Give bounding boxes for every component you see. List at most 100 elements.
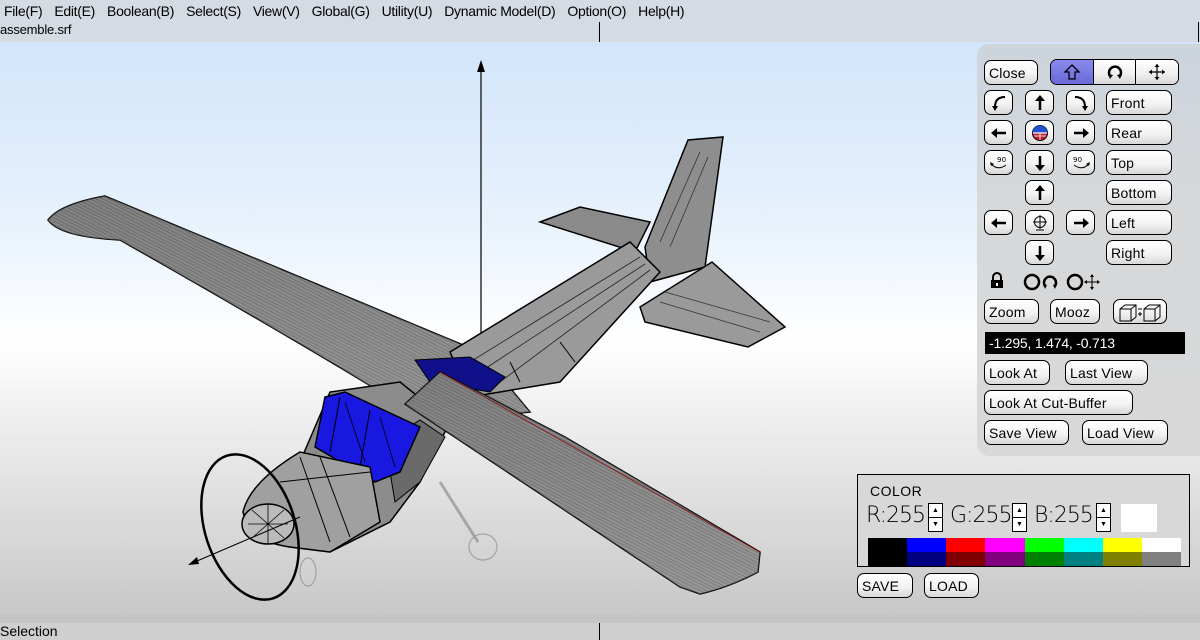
swatch-light[interactable] <box>1024 538 1064 552</box>
blue-decrement-button[interactable]: ▼ <box>1097 518 1110 532</box>
menu-dynamic-model[interactable]: Dynamic Model(D) <box>444 3 555 19</box>
menu-edit[interactable]: Edit(E) <box>54 3 95 19</box>
view-control-panel: Close Front Rear 90 90 Top Bottom Left R… <box>977 44 1200 456</box>
arrow-right-icon <box>1073 127 1089 138</box>
color-swatch[interactable] <box>1102 538 1142 566</box>
swatch-light[interactable] <box>946 538 986 552</box>
color-panel-title: COLOR <box>870 483 923 499</box>
save-view-button[interactable]: Save View <box>984 420 1069 445</box>
swatch-light[interactable] <box>1102 538 1142 552</box>
color-swatch[interactable] <box>985 538 1025 566</box>
menu-file[interactable]: File(F) <box>4 3 43 19</box>
red-decrement-button[interactable]: ▼ <box>929 518 942 532</box>
swatch-light[interactable] <box>1141 538 1181 552</box>
divider <box>599 623 600 640</box>
swap-view-button[interactable] <box>1113 299 1167 324</box>
menu-help[interactable]: Help(H) <box>638 3 684 19</box>
red-spinner[interactable]: ▲ ▼ <box>928 503 943 532</box>
pan-down-button[interactable] <box>1025 150 1054 175</box>
move-right-button[interactable] <box>1066 210 1095 235</box>
red-value: R:255 <box>866 503 926 528</box>
look-at-cut-buffer-button[interactable]: Look At Cut-Buffer <box>984 390 1133 415</box>
color-swatch[interactable] <box>907 538 947 566</box>
swatch-light[interactable] <box>1063 538 1103 552</box>
right-wing <box>403 371 761 595</box>
rotate-right-button[interactable] <box>1066 120 1095 145</box>
rotate-90-ccw-icon: 90 <box>989 156 1006 168</box>
save-color-button[interactable]: SAVE <box>857 573 913 598</box>
color-swatch[interactable] <box>1063 538 1103 566</box>
swatch-dark[interactable] <box>1141 552 1181 566</box>
view-right-button[interactable]: Right <box>1106 240 1172 265</box>
curve-arrow-left-icon <box>991 95 1005 111</box>
x-axis-arrow-icon <box>188 557 199 565</box>
color-panel: COLOR R:255 ▲ ▼ G:255 ▲ ▼ B:255 ▲ ▼ <box>857 474 1190 567</box>
mode-move-button[interactable] <box>1136 60 1178 84</box>
close-button[interactable]: Close <box>984 60 1038 85</box>
arrow-left-icon <box>990 217 1006 228</box>
move-up-button[interactable] <box>1025 180 1054 205</box>
move-icon <box>1149 64 1166 80</box>
rotate-left-button[interactable] <box>984 120 1013 145</box>
load-color-button[interactable]: LOAD <box>924 573 979 598</box>
swatch-light[interactable] <box>985 538 1025 552</box>
swatch-light[interactable] <box>907 538 947 552</box>
move-down-button[interactable] <box>1025 240 1054 265</box>
green-spinner[interactable]: ▲ ▼ <box>1012 503 1027 532</box>
swatch-dark[interactable] <box>907 552 947 566</box>
roll-right-button[interactable] <box>1066 90 1095 115</box>
swatch-dark[interactable] <box>946 552 986 566</box>
swatch-dark[interactable] <box>985 552 1025 566</box>
view-bottom-button[interactable]: Bottom <box>1106 180 1172 205</box>
move-left-button[interactable] <box>984 210 1013 235</box>
swatch-dark[interactable] <box>1024 552 1064 566</box>
file-name: assemble.srf <box>0 22 72 37</box>
color-swatch[interactable] <box>1024 538 1064 566</box>
look-at-button[interactable]: Look At <box>984 360 1050 385</box>
zoom-button[interactable]: Zoom <box>984 299 1039 324</box>
center-target-button[interactable] <box>1025 210 1054 235</box>
mooz-button[interactable]: Mooz <box>1050 299 1100 324</box>
rotate-90-cw-button[interactable]: 90 <box>1066 150 1095 175</box>
pan-up-button[interactable] <box>1025 90 1054 115</box>
menu-option[interactable]: Option(O) <box>567 3 626 19</box>
menu-select[interactable]: Select(S) <box>186 3 241 19</box>
radio-option-icon <box>1066 273 1084 291</box>
green-increment-button[interactable]: ▲ <box>1013 504 1026 518</box>
pivot-mode-options[interactable] <box>1023 273 1103 291</box>
blue-value: B:255 <box>1034 503 1094 528</box>
blue-spinner[interactable]: ▲ ▼ <box>1096 503 1111 532</box>
file-name-bar: assemble.srf <box>0 22 1200 42</box>
divider <box>599 22 600 42</box>
green-decrement-button[interactable]: ▼ <box>1013 518 1026 532</box>
menu-global[interactable]: Global(G) <box>312 3 370 19</box>
red-increment-button[interactable]: ▲ <box>929 504 942 518</box>
color-swatch[interactable] <box>946 538 986 566</box>
z-axis-arrow-icon <box>477 60 485 72</box>
arrow-up-icon <box>1034 184 1045 200</box>
globe-icon <box>1031 124 1048 141</box>
color-swatch[interactable] <box>868 538 908 566</box>
swatch-dark[interactable] <box>868 552 908 566</box>
color-swatch[interactable] <box>1141 538 1181 566</box>
view-left-button[interactable]: Left <box>1106 210 1172 235</box>
lock-icon[interactable] <box>989 272 1005 289</box>
mode-translate-button[interactable] <box>1051 60 1094 84</box>
swatch-dark[interactable] <box>1063 552 1103 566</box>
home-view-button[interactable] <box>1025 120 1054 145</box>
view-rear-button[interactable]: Rear <box>1106 120 1172 145</box>
view-front-button[interactable]: Front <box>1106 90 1172 115</box>
rotate-90-ccw-button[interactable]: 90 <box>984 150 1013 175</box>
menu-utility[interactable]: Utility(U) <box>382 3 433 19</box>
blue-increment-button[interactable]: ▲ <box>1097 504 1110 518</box>
load-view-button[interactable]: Load View <box>1082 420 1168 445</box>
swatch-light[interactable] <box>868 538 908 552</box>
swap-cubes-icon <box>1119 304 1161 321</box>
roll-left-button[interactable] <box>984 90 1013 115</box>
mode-rotate-button[interactable] <box>1093 60 1137 84</box>
swatch-dark[interactable] <box>1102 552 1142 566</box>
last-view-button[interactable]: Last View <box>1065 360 1148 385</box>
menu-view[interactable]: View(V) <box>253 3 300 19</box>
view-top-button[interactable]: Top <box>1106 150 1172 175</box>
menu-boolean[interactable]: Boolean(B) <box>107 3 174 19</box>
